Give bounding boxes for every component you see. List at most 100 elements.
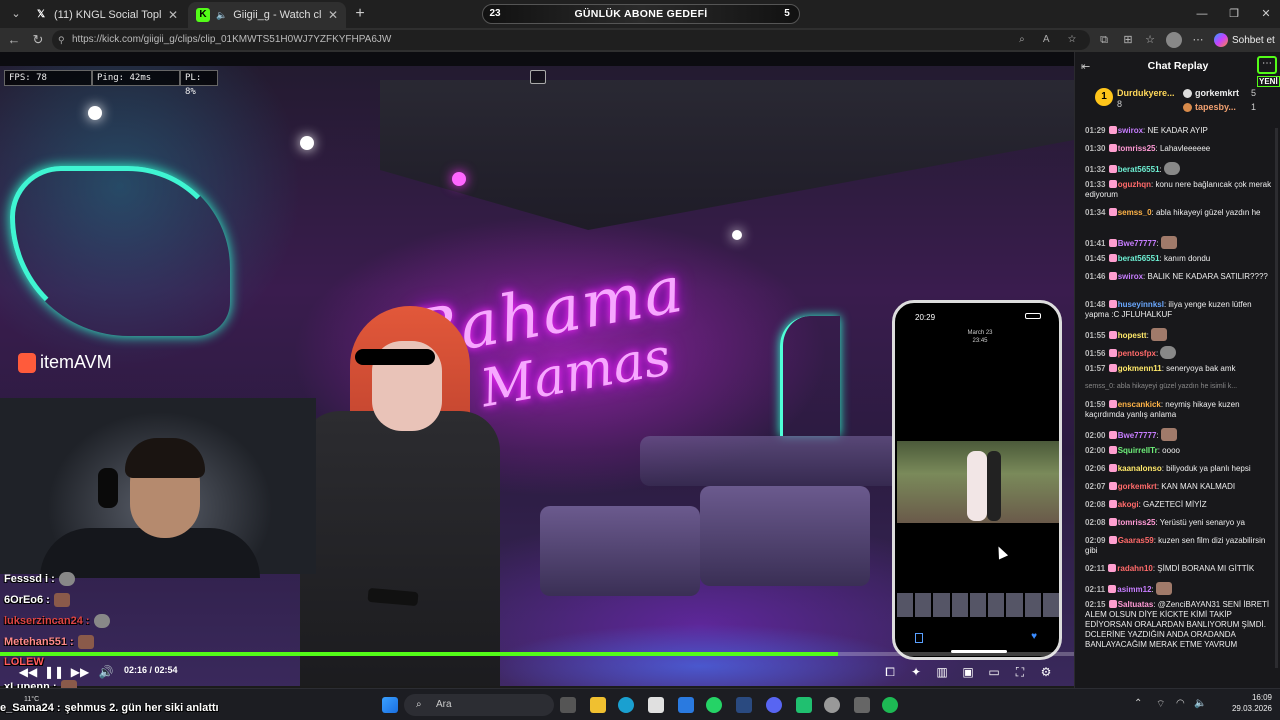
- chat-message[interactable]: 02:08 tomriss25: Yerüstü yeni senaryo ya: [1085, 518, 1275, 528]
- picture-in-picture-icon[interactable]: [530, 70, 546, 84]
- settings-gear-icon[interactable]: ⚙: [1036, 662, 1056, 682]
- system-clock[interactable]: 16:09 29.03.2026: [1218, 692, 1272, 714]
- tab-x[interactable]: 𝕏 (11) KNGL Social Topluluk / X ✕: [26, 2, 186, 28]
- chat-message[interactable]: 02:00 Bwe77777:: [1085, 428, 1275, 441]
- miniplayer-icon[interactable]: ▣: [958, 662, 978, 682]
- message-username[interactable]: swirox: [1118, 126, 1143, 135]
- message-username[interactable]: berat56551: [1118, 254, 1160, 263]
- top-gifter-third[interactable]: tapesby... 1: [1183, 102, 1256, 112]
- minimize-button[interactable]: —: [1190, 4, 1214, 24]
- app-icon[interactable]: [854, 697, 870, 713]
- pause-icon[interactable]: ❚❚: [44, 662, 64, 682]
- message-username[interactable]: swirox: [1118, 272, 1143, 281]
- chat-message[interactable]: 01:41 Bwe77777:: [1085, 236, 1275, 249]
- edge-icon[interactable]: [618, 697, 634, 713]
- message-username[interactable]: hopestt: [1118, 331, 1147, 340]
- chat-message[interactable]: 01:33 oguzhqn: konu nere bağlanıcak çok …: [1085, 180, 1275, 200]
- chat-message[interactable]: 02:07 gorkemkrt: KAN MAN KALMADI: [1085, 482, 1275, 492]
- maximize-button[interactable]: ❐: [1222, 4, 1246, 24]
- message-username[interactable]: enscankick: [1118, 400, 1161, 409]
- tab-kick[interactable]: K 🔈 Giigii_g - Watch clips on Kick ✕: [188, 2, 346, 28]
- message-username[interactable]: tomriss25: [1118, 144, 1156, 153]
- steam-icon[interactable]: [736, 697, 752, 713]
- chat-message[interactable]: 01:57 gokmenn11: seneryoya bak amk: [1085, 364, 1275, 374]
- chat-message[interactable]: 01:46 swirox: BALIK NE KADARA SATILIR???…: [1085, 272, 1275, 282]
- chat-message[interactable]: 01:45 berat56551: kanım dondu: [1085, 254, 1275, 264]
- chat-message[interactable]: 01:48 huseyinnksl: iliya yenge kuzen lüt…: [1085, 300, 1275, 320]
- mail-icon[interactable]: [678, 697, 694, 713]
- file-explorer-icon[interactable]: [590, 697, 606, 713]
- chat-message[interactable]: 01:32 berat56551:: [1085, 162, 1275, 175]
- wifi-icon[interactable]: ◠: [1176, 698, 1185, 709]
- chat-scrollbar[interactable]: [1275, 128, 1278, 668]
- seek-bar[interactable]: [0, 652, 1074, 656]
- message-username[interactable]: Bwe77777: [1118, 431, 1157, 440]
- message-username[interactable]: tomriss25: [1118, 518, 1156, 527]
- message-username[interactable]: radahn10: [1117, 564, 1153, 573]
- message-username[interactable]: gokmenn11: [1118, 364, 1162, 373]
- chat-message[interactable]: 02:08 akogi: GAZETECİ MİYİZ: [1085, 500, 1275, 510]
- chat-message[interactable]: 02:11 asimm12:: [1085, 582, 1275, 595]
- message-username[interactable]: pentosfpx: [1118, 349, 1156, 358]
- network-icon[interactable]: ⌔: [1156, 698, 1165, 711]
- theater-mode-icon[interactable]: ▭: [984, 662, 1004, 682]
- reload-icon[interactable]: ↻: [28, 30, 48, 50]
- chat-message[interactable]: 01:30 tomriss25: Lahavleeeeee: [1085, 144, 1275, 154]
- top-gifter-first[interactable]: 1 Durdukyere... 8: [1095, 88, 1175, 109]
- message-username[interactable]: kaanalonso: [1118, 464, 1162, 473]
- message-username[interactable]: gorkemkrt: [1118, 482, 1157, 491]
- message-username[interactable]: semss_0: [1118, 208, 1152, 217]
- stats-icon[interactable]: ▥: [932, 662, 952, 682]
- start-icon[interactable]: [382, 697, 398, 713]
- volume-tray-icon[interactable]: 🔈: [1194, 698, 1206, 709]
- chat-message[interactable]: 01:55 hopestt:: [1085, 328, 1275, 341]
- chat-message[interactable]: 02:06 kaanalonso: biliyoduk ya planlı he…: [1085, 464, 1275, 474]
- copilot-button[interactable]: Sohbet et: [1214, 31, 1275, 49]
- chat-message[interactable]: 01:56 pentosfpx:: [1085, 346, 1275, 359]
- url-field[interactable]: ⚲ https://kick.com/giigii_g/clips/clip_0…: [52, 30, 1090, 50]
- chat-message[interactable]: 01:59 enscankick: neymiş hikaye kuzen ka…: [1085, 400, 1275, 420]
- new-tab-button[interactable]: +: [350, 4, 370, 24]
- whatsapp-icon[interactable]: [706, 697, 722, 713]
- split-screen-icon[interactable]: ⊞: [1120, 32, 1136, 48]
- message-username[interactable]: oguzhqn: [1118, 180, 1151, 189]
- message-username[interactable]: huseyinnksl: [1118, 300, 1164, 309]
- discord-icon[interactable]: [766, 697, 782, 713]
- profile-avatar[interactable]: [1166, 32, 1182, 48]
- message-username[interactable]: SquirrelITr: [1118, 446, 1158, 455]
- sparkle-icon[interactable]: ✦: [906, 662, 926, 682]
- top-gifter-second[interactable]: gorkemkrt 5: [1183, 88, 1256, 98]
- chat-message[interactable]: 02:11 radahn10: ŞİMDİ BORANA MI GİTTİK: [1085, 564, 1275, 574]
- chat-message[interactable]: 02:09 Gaaras59: kuzen sen film dizi yaza…: [1085, 536, 1275, 556]
- tray-chevron-icon[interactable]: ⌃: [1134, 698, 1142, 709]
- message-username[interactable]: Gaaras59: [1118, 536, 1154, 545]
- extensions-icon[interactable]: ⧉: [1096, 32, 1112, 48]
- chat-message[interactable]: 01:29 swirox: NE KADAR AYIP: [1085, 126, 1275, 136]
- spotify-icon[interactable]: [882, 697, 898, 713]
- message-username[interactable]: Saltuatas: [1118, 600, 1154, 609]
- rewind-icon[interactable]: ◀◀: [18, 662, 38, 682]
- clip-icon[interactable]: ⧠: [880, 662, 900, 682]
- close-tab-icon[interactable]: ✕: [168, 8, 178, 22]
- chat-message[interactable]: 02:00 SquirrelITr: oooo: [1085, 446, 1275, 456]
- close-window-button[interactable]: ✕: [1254, 4, 1278, 24]
- chat-message[interactable]: 01:34 semss_0: abla hikayeyi güzel yazdı…: [1085, 208, 1275, 218]
- message-username[interactable]: berat56551: [1118, 165, 1160, 174]
- chat-message[interactable]: 02:15 Saltuatas: @ZenciBAYAN31 SENİ İBRE…: [1085, 600, 1275, 650]
- app-icon[interactable]: [824, 697, 840, 713]
- task-view-icon[interactable]: [560, 697, 576, 713]
- close-tab-icon[interactable]: ✕: [328, 8, 338, 22]
- speaker-icon[interactable]: 🔈: [216, 10, 227, 21]
- chat-reply-preview[interactable]: semss_0: abla hikayeyi güzel yazdın he i…: [1085, 382, 1275, 392]
- message-username[interactable]: asimm12: [1117, 585, 1151, 594]
- volume-icon[interactable]: 🔊: [96, 662, 116, 682]
- site-info-icon[interactable]: ⚲: [58, 30, 65, 50]
- app-icon[interactable]: [796, 697, 812, 713]
- forward-icon[interactable]: ▶▶: [70, 662, 90, 682]
- taskbar-search[interactable]: ⌕ Ara: [404, 694, 554, 716]
- back-arrow-icon[interactable]: ←: [4, 30, 24, 50]
- more-menu-icon[interactable]: ⋯: [1190, 32, 1206, 48]
- favorites-icon[interactable]: ☆: [1142, 32, 1158, 48]
- tab-actions-chevron-icon[interactable]: ⌄: [6, 4, 26, 24]
- chat-more-button[interactable]: ⋯: [1257, 56, 1277, 74]
